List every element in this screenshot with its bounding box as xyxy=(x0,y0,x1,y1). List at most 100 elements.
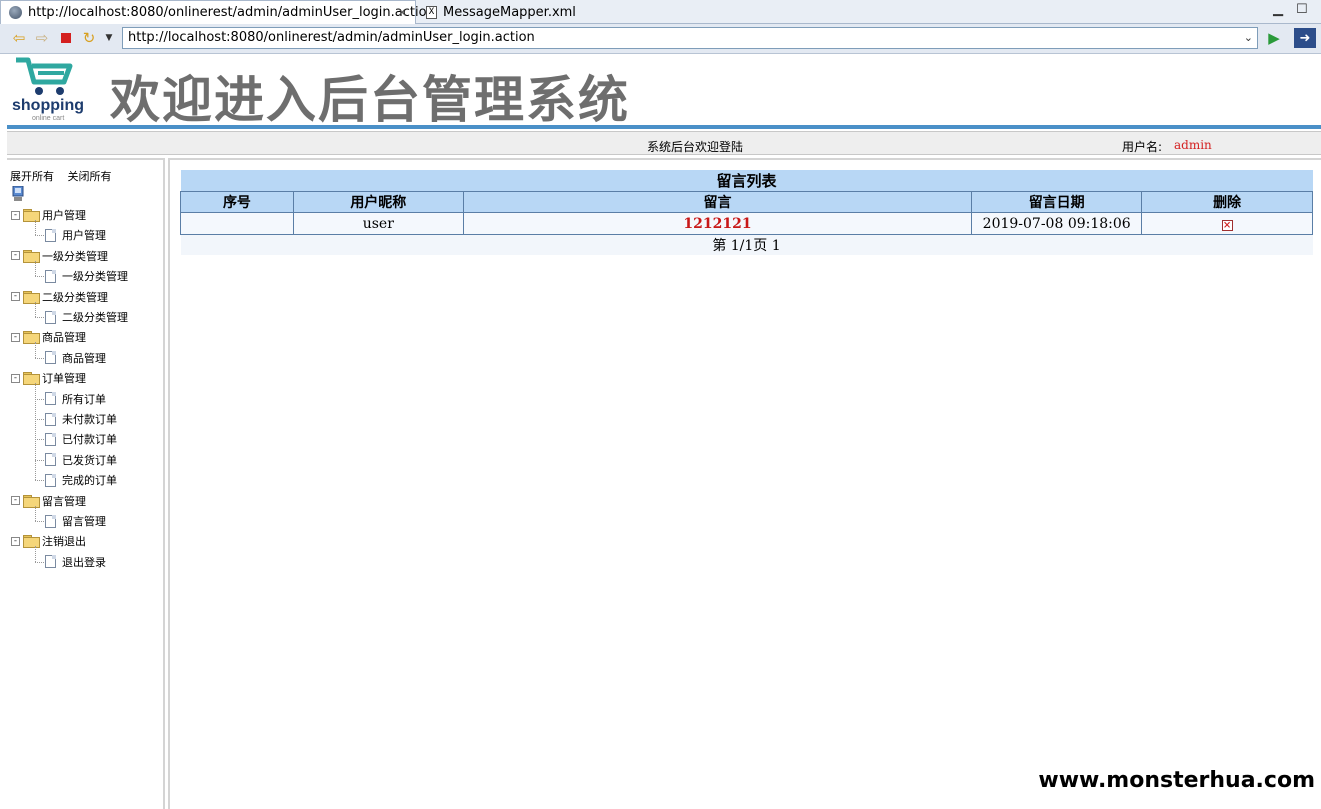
collapse-icon[interactable]: - xyxy=(11,292,20,302)
tree-controls: 展开所有 关闭所有 xyxy=(10,168,122,184)
tree-group[interactable]: - 用户管理 xyxy=(11,206,86,224)
browser-toolbar: ⇦ ⇨ ↻ ▼ http://localhost:8080/onlinerest… xyxy=(0,24,1321,54)
tree-item[interactable]: 所有订单 xyxy=(45,390,106,408)
row-nickname: user xyxy=(292,212,464,235)
tree-connector xyxy=(35,505,36,521)
row-index xyxy=(180,212,294,235)
forward-icon[interactable]: ⇨ xyxy=(33,29,51,47)
xml-file-icon: X xyxy=(426,5,437,19)
go-icon[interactable]: ▶ xyxy=(1265,29,1283,47)
page-icon xyxy=(45,514,56,528)
tree-group[interactable]: - 二级分类管理 xyxy=(11,288,108,306)
tree-connector xyxy=(35,546,36,562)
tree-item[interactable]: 未付款订单 xyxy=(45,410,117,428)
minimize-icon[interactable]: ▁ xyxy=(1273,2,1283,17)
collapse-icon[interactable]: - xyxy=(11,210,20,220)
refresh-icon[interactable]: ↻ xyxy=(80,29,98,47)
collapse-icon[interactable]: - xyxy=(11,536,20,546)
tree-item-label: 所有订单 xyxy=(62,392,106,406)
column-header: 序号 xyxy=(180,191,294,213)
status-bar: 系统后台欢迎登陆 用户名: admin xyxy=(7,131,1321,155)
column-header: 留言日期 xyxy=(971,191,1143,213)
tab-admin-login[interactable]: http://localhost:8080/onlinerest/admin/a… xyxy=(0,0,435,24)
collapse-all-link[interactable]: 关闭所有 xyxy=(68,170,112,183)
tree-connector xyxy=(35,561,44,563)
main-content: 留言列表 序号 用户昵称 留言 留言日期 删除 user 1212121 201… xyxy=(168,158,1321,809)
table-header-row: 序号 用户昵称 留言 留言日期 删除 xyxy=(180,191,1313,213)
tree-group[interactable]: - 订单管理 xyxy=(11,369,86,387)
pager[interactable]: 第 1/1页 1 xyxy=(180,234,1313,255)
open-external-icon[interactable]: ➜ xyxy=(1294,28,1316,48)
tree-connector xyxy=(35,398,44,400)
row-date: 2019-07-08 09:18:06 xyxy=(971,212,1143,235)
collapse-icon[interactable]: - xyxy=(11,496,20,506)
tree-item-label: 留言管理 xyxy=(62,515,106,528)
tree-item[interactable]: 已发货订单 xyxy=(45,451,117,469)
tree-group-label: 用户管理 xyxy=(42,209,86,222)
pager-row: 第 1/1页 1 xyxy=(180,234,1313,255)
chevron-down-icon[interactable]: ▼ xyxy=(100,29,118,47)
watermark: www.monsterhua.com xyxy=(1034,766,1319,795)
tree-group[interactable]: - 一级分类管理 xyxy=(11,247,108,265)
tree-group-label: 留言管理 xyxy=(42,494,86,508)
tree-connector xyxy=(35,276,44,278)
message-table: 留言列表 序号 用户昵称 留言 留言日期 删除 user 1212121 201… xyxy=(180,170,1313,255)
computer-icon xyxy=(12,186,24,201)
page-icon xyxy=(45,310,56,324)
tree-item[interactable]: 二级分类管理 xyxy=(45,308,128,326)
page-icon xyxy=(45,392,56,406)
tree-connector xyxy=(35,301,36,317)
maximize-icon[interactable]: ☐ xyxy=(1296,2,1308,17)
row-delete-cell: × xyxy=(1141,212,1313,235)
tab-message-mapper[interactable]: X MessageMapper.xml xyxy=(418,0,618,24)
tree-group[interactable]: - 商品管理 xyxy=(11,328,86,346)
stop-icon[interactable] xyxy=(57,29,75,47)
tree-group-label: 注销退出 xyxy=(42,535,86,549)
tree-item[interactable]: 已付款订单 xyxy=(45,430,117,448)
tree-item-label: 二级分类管理 xyxy=(62,311,128,324)
tree-item[interactable]: 完成的订单 xyxy=(45,471,117,489)
tab-title: MessageMapper.xml xyxy=(443,4,576,20)
tree-item-label: 用户管理 xyxy=(62,229,106,243)
column-header: 留言 xyxy=(462,191,973,213)
logo-subtext: online cart xyxy=(32,115,65,122)
collapse-icon[interactable]: - xyxy=(11,251,20,261)
chevron-down-icon[interactable]: ⌄ xyxy=(1244,28,1253,48)
folder-open-icon xyxy=(23,372,40,386)
tree-item-label: 一级分类管理 xyxy=(62,270,128,284)
tree-item[interactable]: 一级分类管理 xyxy=(45,267,128,285)
tree-connector xyxy=(35,439,44,441)
collapse-icon[interactable]: - xyxy=(11,332,20,342)
tree-connector xyxy=(35,220,36,236)
delete-icon[interactable]: × xyxy=(1221,219,1233,231)
tree-item[interactable]: 留言管理 xyxy=(45,512,106,530)
table-row: user 1212121 2019-07-08 09:18:06 × xyxy=(180,212,1313,235)
browser-tab-bar: http://localhost:8080/onlinerest/admin/a… xyxy=(0,0,1321,24)
user-label: 用户名: xyxy=(1122,140,1163,154)
page-icon xyxy=(45,269,56,283)
back-icon[interactable]: ⇦ xyxy=(10,29,28,47)
tree-item[interactable]: 商品管理 xyxy=(45,349,106,367)
table-caption-row: 留言列表 xyxy=(180,170,1313,192)
tree-item-label: 已付款订单 xyxy=(62,433,117,447)
tree-group-label: 商品管理 xyxy=(42,331,86,345)
tree-item[interactable]: 用户管理 xyxy=(45,226,106,244)
tree-item[interactable]: 退出登录 xyxy=(45,553,106,571)
tree-connector xyxy=(35,419,44,420)
row-content: 1212121 xyxy=(462,212,973,235)
page-title: 欢迎进入后台管理系统 xyxy=(110,71,630,129)
tree-connector xyxy=(35,383,36,481)
column-header: 删除 xyxy=(1141,191,1313,213)
cart-icon xyxy=(16,57,73,95)
folder-open-icon xyxy=(23,290,40,304)
globe-icon xyxy=(9,6,22,19)
tree-item-label: 未付款订单 xyxy=(62,413,117,426)
tree-group[interactable]: - 注销退出 xyxy=(11,532,86,550)
expand-all-link[interactable]: 展开所有 xyxy=(10,170,54,183)
page-icon xyxy=(45,351,56,365)
tree-group[interactable]: - 留言管理 xyxy=(11,492,86,510)
page-icon xyxy=(45,412,56,426)
url-input[interactable]: http://localhost:8080/onlinerest/admin/a… xyxy=(122,27,1258,49)
collapse-icon[interactable]: - xyxy=(11,373,20,383)
close-tab-icon[interactable]: ⨯ xyxy=(397,5,407,19)
